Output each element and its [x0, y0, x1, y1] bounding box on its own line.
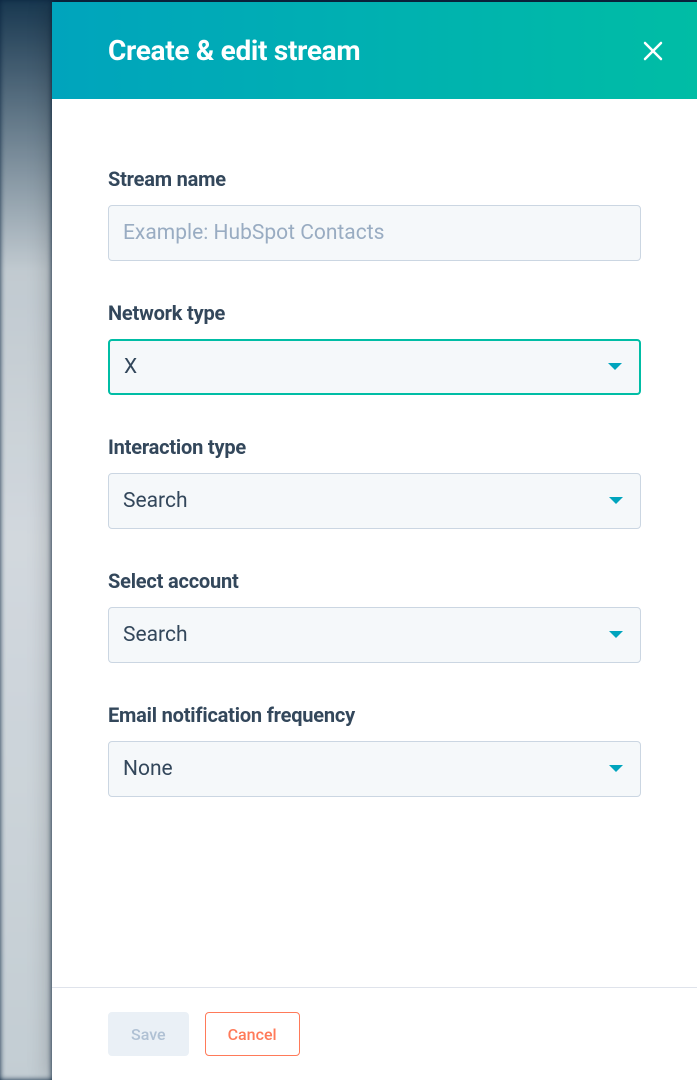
network-type-label: Network type	[108, 301, 641, 325]
stream-name-group: Stream name	[108, 167, 641, 261]
email-frequency-group: Email notification frequency None	[108, 703, 641, 797]
email-frequency-select[interactable]: None	[108, 741, 641, 797]
stream-name-label: Stream name	[108, 167, 641, 191]
caret-down-icon	[608, 492, 626, 510]
caret-down-icon	[607, 358, 625, 376]
panel-body: Stream name Network type X Interaction t…	[52, 99, 697, 987]
interaction-type-select[interactable]: Search	[108, 473, 641, 529]
email-frequency-value: None	[123, 757, 173, 781]
caret-down-icon	[608, 760, 626, 778]
caret-down-icon	[608, 626, 626, 644]
stream-name-input[interactable]	[108, 205, 641, 261]
interaction-type-group: Interaction type Search	[108, 435, 641, 529]
network-type-select[interactable]: X	[108, 339, 641, 395]
network-type-value: X	[124, 355, 137, 379]
panel-title: Create & edit stream	[108, 34, 360, 67]
cancel-button[interactable]: Cancel	[205, 1012, 300, 1056]
close-button[interactable]	[637, 35, 669, 67]
backdrop-overlay	[0, 0, 52, 1080]
panel-footer: Save Cancel	[52, 987, 697, 1080]
email-frequency-label: Email notification frequency	[108, 703, 641, 727]
interaction-type-label: Interaction type	[108, 435, 641, 459]
create-edit-stream-panel: Create & edit stream Stream name Network…	[52, 2, 697, 1080]
network-type-group: Network type X	[108, 301, 641, 395]
interaction-type-value: Search	[123, 489, 188, 513]
close-icon	[641, 39, 665, 63]
save-button[interactable]: Save	[108, 1012, 189, 1056]
select-account-select[interactable]: Search	[108, 607, 641, 663]
panel-header: Create & edit stream	[52, 2, 697, 99]
select-account-value: Search	[123, 623, 188, 647]
select-account-label: Select account	[108, 569, 641, 593]
select-account-group: Select account Search	[108, 569, 641, 663]
